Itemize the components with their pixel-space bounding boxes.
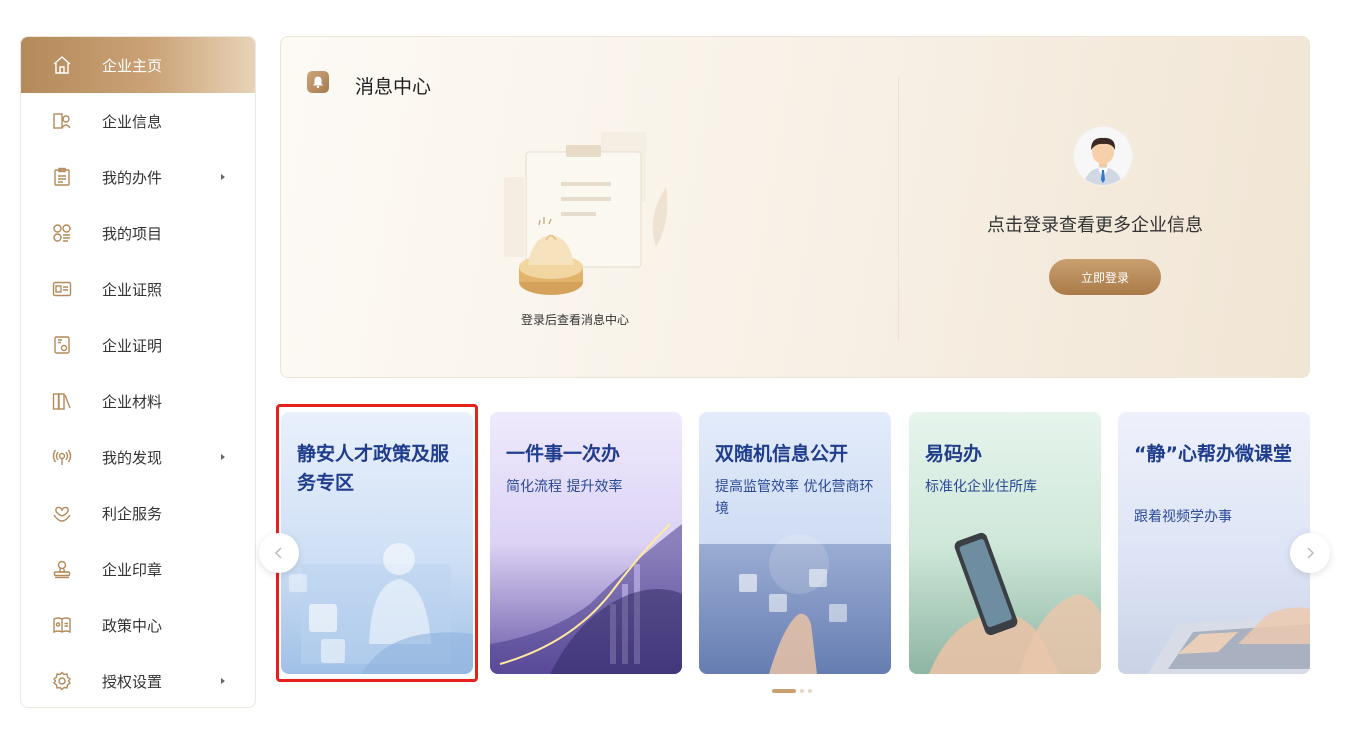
card-title: 静安人才政策及服务专区	[297, 443, 450, 494]
chevron-right-icon	[221, 174, 225, 180]
sidebar-item-my-projects[interactable]: 我的项目	[21, 205, 255, 261]
carousel-pagination	[772, 689, 812, 693]
policy-icon	[51, 614, 73, 636]
carousel-prev-button[interactable]	[259, 533, 299, 573]
license-icon	[51, 278, 73, 300]
company-info-icon	[51, 110, 73, 132]
card-subtitle: 标准化企业住所库	[925, 479, 1037, 495]
sidebar-item-certificates[interactable]: 企业证明	[21, 317, 255, 373]
card-double-random-info[interactable]: 双随机信息公开 提高监管效率 优化营商环境	[699, 412, 891, 674]
talent-illustration	[289, 543, 473, 674]
gear-icon	[51, 670, 73, 692]
sidebar-item-licenses[interactable]: 企业证照	[21, 261, 255, 317]
sidebar-item-company-info[interactable]: 企业信息	[21, 93, 255, 149]
carousel-dot-active[interactable]	[772, 689, 796, 693]
message-login-hint: 登录后查看消息中心	[521, 313, 630, 327]
empty-messages-illustration	[504, 132, 668, 295]
bell-icon	[307, 71, 329, 93]
sidebar-item-my-applications[interactable]: 我的办件	[21, 149, 255, 205]
card-jingan-talent-policy[interactable]: 静安人才政策及服务专区	[281, 412, 473, 674]
certificate-icon	[51, 334, 73, 356]
carousel-dot[interactable]	[800, 689, 804, 693]
chevron-right-icon	[221, 454, 225, 460]
sidebar-item-label: 企业证明	[102, 336, 163, 355]
carousel-dot[interactable]	[808, 689, 812, 693]
sidebar-item-my-discover[interactable]: 我的发现	[21, 429, 255, 485]
card-title: 双随机信息公开	[715, 443, 849, 465]
sidebar-item-label: 企业材料	[102, 392, 163, 411]
chevron-right-icon	[1307, 547, 1315, 559]
card-jingxin-micro-class[interactable]: “静”心帮办微课堂 跟着视频学办事	[1118, 412, 1310, 674]
card-subtitle: 简化流程 提升效率	[506, 479, 623, 495]
card-title: “静”心帮办微课堂	[1134, 443, 1292, 465]
sidebar-item-label: 我的项目	[102, 224, 163, 243]
card-easy-code[interactable]: 易码办 标准化企业住所库	[909, 412, 1101, 674]
chevron-right-icon	[221, 678, 225, 684]
panel-divider	[898, 77, 899, 342]
sidebar-item-label: 政策中心	[102, 616, 163, 635]
card-title: 一件事一次办	[506, 443, 621, 465]
clipboard-icon	[51, 166, 73, 188]
login-button[interactable]: 立即登录	[1049, 259, 1161, 295]
sidebar-item-label: 我的办件	[102, 168, 163, 187]
growth-chart-illustration	[490, 523, 682, 674]
chevron-left-icon	[274, 547, 282, 559]
sidebar-item-label: 我的发现	[102, 448, 163, 467]
sidebar-item-policy-center[interactable]: 政策中心	[21, 597, 255, 653]
sidebar-item-label: 利企服务	[102, 504, 163, 523]
home-icon	[51, 54, 73, 76]
card-title: 易码办	[925, 443, 983, 465]
message-center-title: 消息中心	[355, 76, 432, 98]
sidebar-item-label: 授权设置	[102, 672, 163, 691]
login-prompt-text: 点击登录查看更多企业信息	[987, 215, 1203, 236]
card-one-thing-once[interactable]: 一件事一次办 简化流程 提升效率	[490, 412, 682, 674]
sidebar-nav: 企业主页 企业信息 我的办件 我的项目 企业证照 企业证明 企业材料 我的发现 …	[20, 36, 256, 708]
materials-icon	[51, 390, 73, 412]
sidebar-item-label: 企业证照	[102, 280, 163, 299]
laptop-typing-illustration	[1148, 607, 1310, 674]
phone-hand-illustration	[929, 532, 1101, 674]
message-center-panel: 消息中心 登录后查看消息中心 点击登录查看更多企业信息 立即登录	[280, 36, 1310, 378]
service-icon	[51, 502, 73, 524]
sidebar-item-company-home[interactable]: 企业主页	[21, 37, 255, 93]
avatar	[1074, 127, 1132, 185]
seal-icon	[51, 558, 73, 580]
carousel-next-button[interactable]	[1290, 533, 1330, 573]
sidebar-item-authorization-settings[interactable]: 授权设置	[21, 653, 255, 707]
sidebar-item-label: 企业信息	[102, 112, 163, 131]
projects-icon	[51, 222, 73, 244]
sidebar-item-enterprise-services[interactable]: 利企服务	[21, 485, 255, 541]
sidebar-item-label: 企业印章	[102, 560, 163, 579]
broadcast-icon	[51, 446, 73, 468]
digital-touch-illustration	[699, 534, 891, 674]
sidebar-item-company-seal[interactable]: 企业印章	[21, 541, 255, 597]
sidebar-item-materials[interactable]: 企业材料	[21, 373, 255, 429]
sidebar-item-label: 企业主页	[102, 56, 163, 75]
